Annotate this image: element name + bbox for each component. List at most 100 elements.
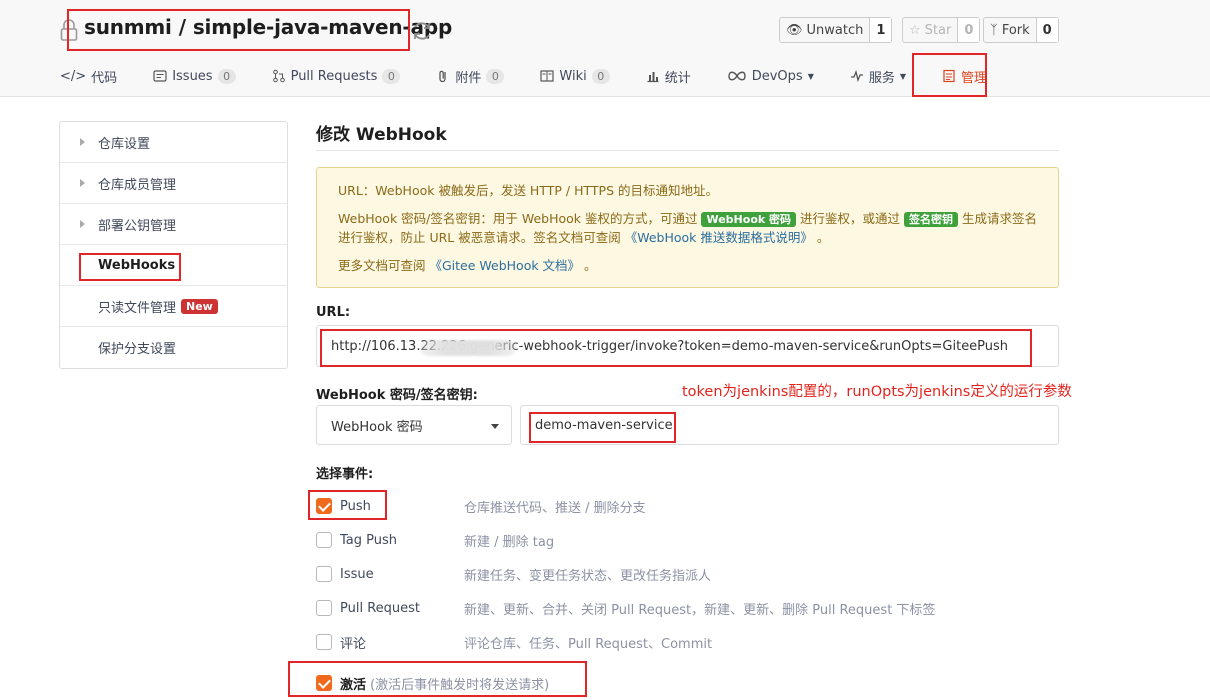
tab-stats[interactable]: 统计	[646, 59, 691, 93]
pull-request-checkbox[interactable]	[316, 600, 332, 616]
star-label: Star	[924, 22, 952, 38]
tab-label: Issues	[172, 68, 213, 84]
comment-checkbox[interactable]	[316, 634, 332, 650]
tab-label: DevOps	[751, 68, 803, 84]
sync-icon[interactable]	[410, 19, 434, 43]
event-desc: 新建任务、变更任务状态、更改任务指派人	[464, 568, 712, 584]
tab-manage[interactable]: 管理	[942, 59, 987, 93]
sidebar-item-label: WebHooks	[98, 257, 176, 273]
attachments-count-badge: 0	[486, 68, 505, 84]
divider	[316, 150, 1059, 151]
event-row-tag-push[interactable]: Tag Push 新建 / 删除 tag	[316, 529, 1016, 551]
tab-label: Wiki	[559, 68, 587, 84]
wiki-count-badge: 0	[591, 68, 610, 84]
sidebar-item-webhooks[interactable]: WebHooks	[60, 245, 287, 286]
sidebar-item-label: 保护分支设置	[98, 342, 177, 357]
tag-push-checkbox[interactable]	[316, 532, 332, 548]
notice-text: 进行鉴权，或通过	[796, 211, 904, 226]
wiki-icon	[540, 70, 554, 82]
page-title: 修改 WebHook	[316, 125, 447, 145]
tab-label: 服务	[868, 70, 895, 86]
tab-label: 管理	[961, 70, 988, 86]
event-name: Push	[340, 498, 371, 514]
tab-services[interactable]: 服务 ▼	[850, 59, 906, 93]
notice-text: 。	[812, 230, 830, 245]
issue-checkbox[interactable]	[316, 566, 332, 582]
signature-key-tag: 签名密钥	[903, 212, 958, 227]
service-icon	[850, 69, 863, 83]
caret-right-icon	[80, 179, 85, 187]
event-row-comment[interactable]: 评论 评论仓库、任务、Pull Request、Commit	[316, 631, 1016, 653]
tab-attachments[interactable]: 附件 0	[436, 59, 505, 93]
caret-right-icon	[80, 220, 85, 228]
sidebar-item-readonly-files[interactable]: 只读文件管理 New	[60, 286, 287, 327]
event-desc: 新建 / 删除 tag	[464, 534, 555, 550]
gitee-webhook-doc-link[interactable]: 《Gitee WebHook 文档》	[429, 258, 580, 273]
event-name: Pull Request	[340, 600, 421, 616]
event-row-issue[interactable]: Issue 新建任务、变更任务状态、更改任务指派人	[316, 563, 1016, 585]
lock-icon	[60, 19, 78, 41]
event-desc: 仓库推送代码、推送 / 删除分支	[464, 500, 646, 516]
issues-count-badge: 0	[217, 68, 236, 84]
notice-text: 。	[580, 258, 597, 273]
repo-title[interactable]: sunmmi / simple-java-maven-app	[84, 15, 452, 39]
tab-wiki[interactable]: Wiki 0	[540, 59, 610, 93]
unwatch-label: Unwatch	[806, 22, 864, 38]
star-icon: ☆	[909, 22, 921, 38]
chevron-down-icon: ▼	[807, 71, 814, 81]
tab-pull-requests[interactable]: Pull Requests 0	[272, 59, 401, 93]
secret-input[interactable]: demo-maven-service	[520, 405, 1059, 445]
unwatch-count[interactable]: 1	[869, 18, 892, 42]
event-desc: 评论仓库、任务、Pull Request、Commit	[464, 636, 713, 652]
unwatch-button[interactable]: 👁 Unwatch 1	[779, 17, 893, 43]
sidebar-item-deploy-keys[interactable]: 部署公钥管理	[60, 204, 287, 245]
attachment-icon	[439, 70, 447, 83]
new-badge: New	[181, 298, 218, 314]
star-button[interactable]: ☆ Star 0	[902, 17, 981, 43]
notice-text: 更多文档可查阅	[338, 258, 430, 273]
fork-button[interactable]: ᛉ Fork 0	[983, 17, 1059, 43]
push-format-doc-link[interactable]: 《WebHook 推送数据格式说明》	[625, 230, 813, 245]
repo-separator: /	[178, 15, 186, 39]
chevron-down-icon: ▼	[899, 71, 907, 81]
tab-devops[interactable]: DevOps ▼	[727, 59, 814, 93]
event-name: 评论	[340, 636, 367, 652]
event-desc: 新建、更新、合并、关闭 Pull Request，新建、更新、删除 Pull R…	[464, 602, 936, 618]
sidebar-item-members[interactable]: 仓库成员管理	[60, 163, 287, 204]
event-name: Issue	[340, 566, 374, 582]
activate-row[interactable]: 激活 (激活后事件触发时将发送请求)	[316, 672, 1016, 694]
tab-code[interactable]: </> 代码	[60, 59, 117, 93]
notice-url-text: URL：WebHook 被触发后，发送 HTTP / HTTPS 的目标通知地址…	[338, 183, 718, 198]
events-label: 选择事件:	[316, 467, 374, 482]
repo-owner[interactable]: sunmmi	[84, 15, 172, 39]
star-count[interactable]: 0	[957, 18, 980, 42]
event-name: Tag Push	[340, 532, 398, 548]
secret-label: WebHook 密码/签名密钥:	[316, 388, 478, 403]
repo-header: sunmmi / simple-java-maven-app 👁 Unwatch 1 …	[0, 0, 1210, 97]
tab-issues[interactable]: Issues 0	[153, 59, 236, 93]
notice-docs-text: 更多文档可查阅 《Gitee WebHook 文档》 。	[338, 256, 1038, 275]
sidebar-item-label: 仓库成员管理	[98, 177, 177, 193]
code-icon: </>	[60, 68, 87, 84]
tab-label: 代码	[91, 70, 118, 86]
tab-label: Pull Requests	[290, 68, 378, 84]
eye-icon: 👁	[786, 22, 803, 38]
push-checkbox[interactable]	[316, 498, 332, 514]
url-label: URL:	[316, 305, 351, 320]
event-row-pull-request[interactable]: Pull Request 新建、更新、合并、关闭 Pull Request，新建…	[316, 597, 1016, 619]
sidebar-item-repo-settings[interactable]: 仓库设置	[60, 122, 287, 163]
activate-note: (激活后事件触发时将发送请求)	[370, 677, 550, 693]
event-row-push[interactable]: Push 仓库推送代码、推送 / 删除分支	[316, 495, 1016, 517]
fork-icon: ᛉ	[990, 22, 998, 38]
devops-icon	[728, 71, 746, 81]
manage-icon	[943, 69, 955, 83]
annotation-note: token为jenkins配置的，runOpts为jenkins定义的运行参数	[682, 384, 1072, 400]
fork-count[interactable]: 0	[1035, 18, 1058, 42]
caret-right-icon	[80, 138, 85, 146]
activate-checkbox[interactable]	[316, 675, 332, 691]
sidebar-item-protected-branches[interactable]: 保护分支设置	[60, 327, 287, 368]
webhook-password-tag: WebHook 密码	[701, 212, 797, 227]
chevron-down-icon	[491, 424, 499, 429]
fork-label: Fork	[1001, 22, 1030, 38]
secret-type-select[interactable]: WebHook 密码	[316, 405, 512, 445]
